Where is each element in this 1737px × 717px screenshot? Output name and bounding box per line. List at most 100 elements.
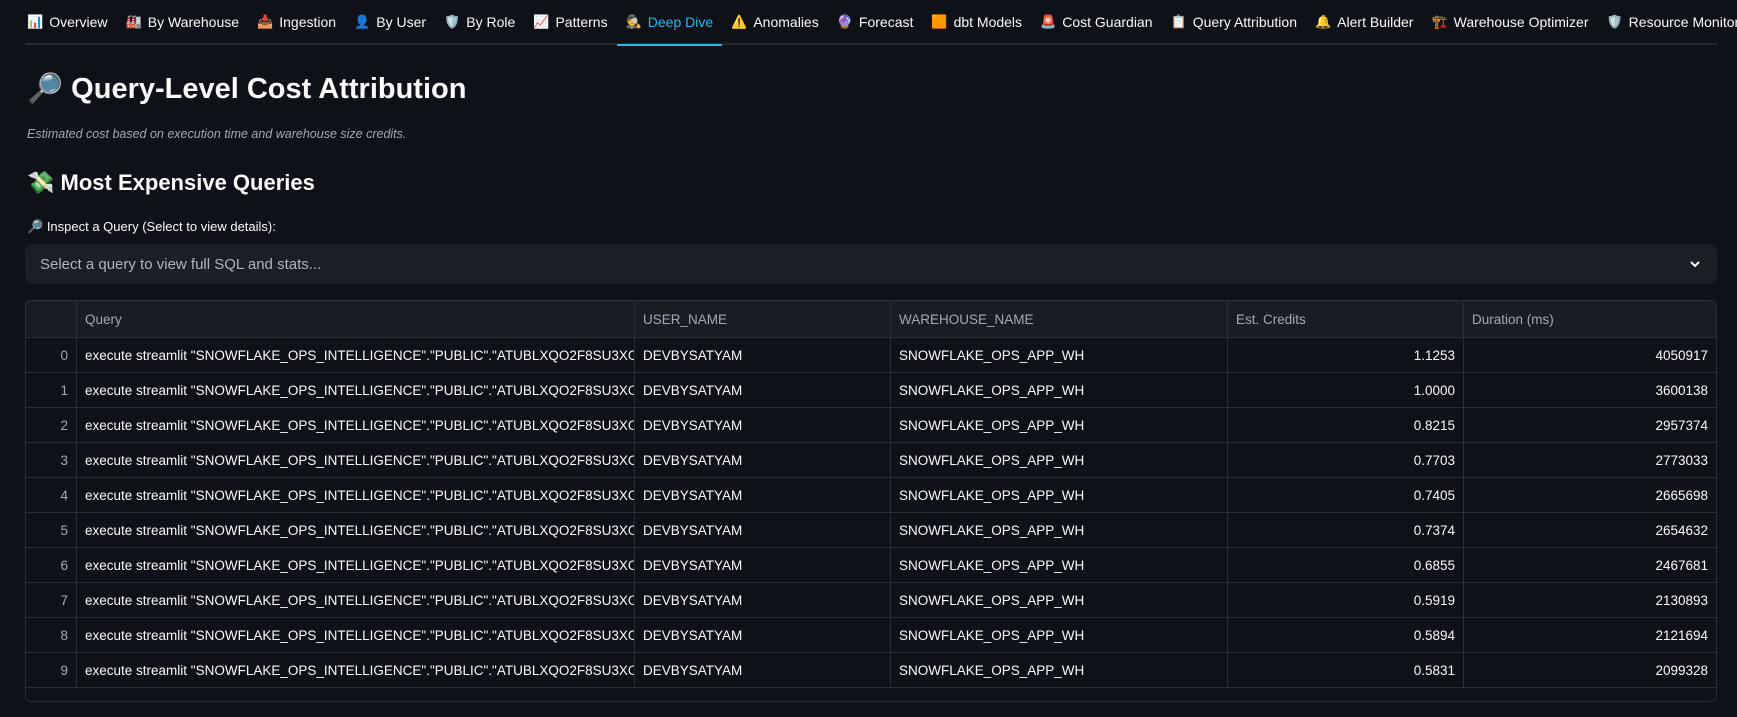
tab-icon: 📊 — [27, 13, 44, 29]
tab-icon: 🔔 — [1314, 13, 1332, 29]
tab-label: Alert Builder — [1337, 13, 1414, 30]
table-cell: DEVBYSATYAM — [635, 653, 891, 687]
column-header[interactable]: USER_NAME — [635, 301, 891, 337]
tab-anomalies[interactable]: ⚠️ Anomalies — [722, 0, 828, 44]
table-cell: 0.6855 — [1228, 548, 1464, 582]
table-row[interactable]: 5 execute streamlit "SNOWFLAKE_OPS_INTELL… — [26, 513, 1716, 548]
table-cell: execute streamlit "SNOWFLAKE_OPS_INTELLI… — [77, 478, 635, 512]
table-cell: 1.0000 — [1228, 373, 1464, 407]
tab-resource-monitors[interactable]: 🛡️ Resource Monitors — [1597, 0, 1737, 44]
table-cell: DEVBYSATYAM — [635, 408, 891, 442]
table-cell: SNOWFLAKE_OPS_APP_WH — [891, 373, 1228, 407]
table-cell: 2099328 — [1655, 662, 1708, 678]
tab-forecast[interactable]: 🔮 Forecast — [828, 0, 923, 44]
section-heading-text: Most Expensive Queries — [60, 170, 315, 195]
table-row[interactable]: 9 execute streamlit "SNOWFLAKE_OPS_INTELL… — [26, 653, 1716, 688]
page-subtitle: Estimated cost based on execution time a… — [27, 127, 407, 141]
tab-query-attribution[interactable]: 📋 Query Attribution — [1162, 0, 1306, 44]
tab-ingestion[interactable]: 📥 Ingestion — [248, 0, 345, 44]
table-cell: 2130893 — [1655, 592, 1708, 608]
table-row[interactable]: 8 execute streamlit "SNOWFLAKE_OPS_INTELL… — [26, 618, 1716, 653]
table-cell: 1.1253 — [1228, 338, 1464, 372]
tab-overview[interactable]: 📊 Overview — [25, 0, 117, 44]
tab-label: dbt Models — [953, 13, 1023, 30]
table-cell: execute streamlit "SNOWFLAKE_OPS_INTELLI… — [77, 443, 635, 477]
table-cell: 2467681 — [1655, 557, 1708, 573]
chevron-down-icon — [1690, 261, 1700, 268]
money-wings-icon: 💸 — [27, 170, 55, 195]
table-cell: DEVBYSATYAM — [635, 548, 891, 582]
table-cell: 2654632 — [1655, 522, 1708, 538]
tab-cost-guardian[interactable]: 🚨 Cost Guardian — [1031, 0, 1161, 44]
row-index: 4 — [26, 478, 77, 512]
tab-icon: 🛡️ — [444, 13, 461, 29]
tab-warehouse-optimizer[interactable]: 🏗️ Warehouse Optimizer — [1422, 0, 1597, 44]
tab-by-role[interactable]: 🛡️ By Role — [435, 0, 524, 44]
query-select-placeholder: Select a query to view full SQL and stat… — [40, 255, 322, 273]
table-row[interactable]: 0 execute streamlit "SNOWFLAKE_OPS_INTELL… — [26, 338, 1716, 373]
page-title: 🔎 Query-Level Cost Attribution — [27, 72, 466, 106]
table-cell: 0.5831 — [1228, 653, 1464, 687]
table-row[interactable]: 2 execute streamlit "SNOWFLAKE_OPS_INTELL… — [26, 408, 1716, 443]
section-heading: 💸 Most Expensive Queries — [27, 170, 315, 196]
tab-label: Deep Dive — [647, 13, 714, 30]
table-row[interactable]: 4 execute streamlit "SNOWFLAKE_OPS_INTELL… — [26, 478, 1716, 513]
column-header[interactable]: Query — [77, 301, 635, 337]
table-cell: 2121694 — [1655, 627, 1708, 643]
tab-label: Resource Monitors — [1628, 13, 1737, 30]
tab-icon: 🕵️ — [625, 13, 642, 29]
table-cell: execute streamlit "SNOWFLAKE_OPS_INTELLI… — [77, 548, 635, 582]
table-cell: SNOWFLAKE_OPS_APP_WH — [891, 338, 1228, 372]
table-row[interactable]: 7 execute streamlit "SNOWFLAKE_OPS_INTELL… — [26, 583, 1716, 618]
tab-deep-dive[interactable]: 🕵️ Deep Dive — [616, 0, 723, 46]
table-cell: SNOWFLAKE_OPS_APP_WH — [891, 653, 1228, 687]
table-cell: 2957374 — [1655, 417, 1708, 433]
table-cell: DEVBYSATYAM — [635, 478, 891, 512]
magnifier-icon: 🔎 — [27, 219, 44, 234]
table-cell: 0.7374 — [1228, 513, 1464, 547]
table-cell: execute streamlit "SNOWFLAKE_OPS_INTELLI… — [77, 653, 635, 687]
tab-icon: 📈 — [533, 13, 550, 29]
table-cell: execute streamlit "SNOWFLAKE_OPS_INTELLI… — [77, 583, 635, 617]
tab-alert-builder[interactable]: 🔔 Alert Builder — [1306, 0, 1422, 44]
column-header[interactable] — [26, 301, 77, 337]
tab-icon: 🟧 — [931, 13, 948, 29]
table-row[interactable]: 1 execute streamlit "SNOWFLAKE_OPS_INTELL… — [26, 373, 1716, 408]
tab-by-user[interactable]: 👤 By User — [345, 0, 435, 44]
table-cell: SNOWFLAKE_OPS_APP_WH — [891, 618, 1228, 652]
tab-icon: 🛡️ — [1606, 13, 1623, 29]
query-select[interactable]: Select a query to view full SQL and stat… — [25, 244, 1717, 284]
column-header[interactable]: Duration (ms) — [1464, 301, 1716, 337]
table-cell: execute streamlit "SNOWFLAKE_OPS_INTELLI… — [77, 513, 635, 547]
tab-label: Patterns — [555, 13, 608, 30]
row-index: 7 — [26, 583, 77, 617]
row-index: 3 — [26, 443, 77, 477]
tab-by-warehouse[interactable]: 🏭 By Warehouse — [117, 0, 249, 44]
table-cell: DEVBYSATYAM — [635, 583, 891, 617]
table-cell: DEVBYSATYAM — [635, 513, 891, 547]
table-row[interactable]: 6 execute streamlit "SNOWFLAKE_OPS_INTELL… — [26, 548, 1716, 583]
tab-label: By User — [376, 13, 427, 30]
expensive-queries-table[interactable]: Query USER_NAME WAREHOUSE_NAME Est. Credits… — [25, 300, 1717, 702]
column-header[interactable]: Est. Credits — [1228, 301, 1464, 337]
table-cell: execute streamlit "SNOWFLAKE_OPS_INTELLI… — [77, 408, 635, 442]
tab-label: Overview — [49, 13, 108, 30]
table-row[interactable]: 3 execute streamlit "SNOWFLAKE_OPS_INTELL… — [26, 443, 1716, 478]
table-cell: SNOWFLAKE_OPS_APP_WH — [891, 548, 1228, 582]
row-index: 2 — [26, 408, 77, 442]
row-index: 0 — [26, 338, 77, 372]
table-cell: DEVBYSATYAM — [635, 618, 891, 652]
table-cell: SNOWFLAKE_OPS_APP_WH — [891, 443, 1228, 477]
tab-label: Cost Guardian — [1062, 13, 1153, 30]
tab-label: Query Attribution — [1192, 13, 1297, 30]
tab-patterns[interactable]: 📈 Patterns — [524, 0, 616, 44]
tab-label: Forecast — [858, 13, 914, 30]
tab-icon: 👤 — [354, 13, 371, 29]
tab-dbt-models[interactable]: 🟧 dbt Models — [922, 0, 1031, 44]
table-cell: DEVBYSATYAM — [635, 373, 891, 407]
column-header[interactable]: WAREHOUSE_NAME — [891, 301, 1228, 337]
table-cell: 0.5919 — [1228, 583, 1464, 617]
table-cell: 2665698 — [1655, 487, 1708, 503]
tab-label: Anomalies — [753, 13, 819, 30]
row-index: 5 — [26, 513, 77, 547]
